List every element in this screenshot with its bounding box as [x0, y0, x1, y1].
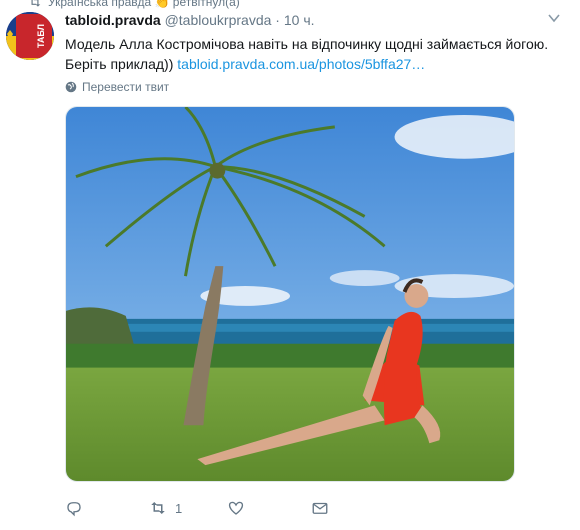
chevron-down-icon[interactable]	[548, 12, 560, 24]
author-handle[interactable]: @tabloukrpravda	[165, 12, 272, 28]
direct-message-button[interactable]	[311, 499, 371, 517]
retweet-context-text[interactable]: Українська правда 👏 ретвітнул(а)	[48, 0, 240, 9]
tweet-text-prefix: Беріть приклад))	[65, 56, 178, 72]
tweet-header: tabloid.pravda @tabloukrpravda · 10 ч.	[65, 12, 315, 28]
envelope-icon	[312, 502, 328, 514]
avatar-text: ТАБЛ	[36, 24, 46, 48]
heart-icon	[228, 501, 244, 515]
tweet-actions: 1	[65, 497, 485, 519]
timestamp[interactable]: 10 ч.	[284, 12, 315, 28]
tweet-text-line1: Модель Алла Костромічова навіть на відпо…	[65, 36, 549, 52]
retweet-count: 1	[175, 500, 183, 516]
globe-icon	[65, 81, 77, 93]
author-name[interactable]: tabloid.pravda	[65, 12, 161, 28]
avatar[interactable]: ТАБЛ	[6, 12, 54, 60]
retweet-button[interactable]: 1	[149, 499, 227, 517]
tweet-link[interactable]: tabloid.pravda.com.ua/photos/5bffa27…	[177, 56, 425, 72]
tweet-photo[interactable]	[65, 106, 515, 482]
tweet-text-line2: Беріть приклад)) tabloid.pravda.com.ua/p…	[65, 54, 565, 74]
retweet-icon	[151, 502, 165, 514]
photo-image	[66, 107, 514, 481]
tweet-text: Модель Алла Костромічова навіть на відпо…	[65, 34, 565, 74]
reply-button[interactable]	[65, 499, 149, 517]
like-button[interactable]	[227, 499, 311, 517]
retweet-context: Українська правда 👏 ретвітнул(а)	[28, 0, 240, 10]
separator: ·	[275, 12, 280, 28]
retweet-icon	[31, 0, 41, 7]
translate-tweet[interactable]: Перевести твит	[65, 80, 169, 94]
reply-icon	[67, 502, 81, 517]
translate-label[interactable]: Перевести твит	[82, 80, 169, 94]
